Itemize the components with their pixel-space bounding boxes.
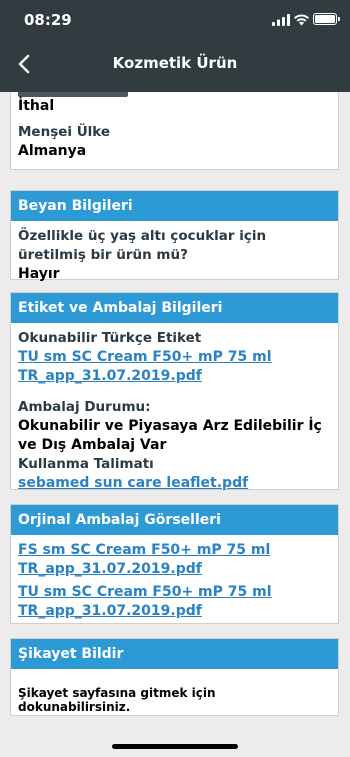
turkish-label-link[interactable]: TU sm SC Cream F50+ mP 75 ml TR_app_31.0…: [18, 348, 331, 386]
turkish-label-link-line2[interactable]: TR_app_31.07.2019.pdf: [18, 367, 331, 386]
image-link-2[interactable]: TU sm SC Cream F50+ mP 75 ml TR_app_31.0…: [18, 583, 331, 621]
content-scroll[interactable]: İthal Menşei Ülke Almanya Beyan Bilgiler…: [0, 92, 350, 757]
package-status-title: Ambalaj Durumu:: [18, 399, 151, 415]
image-link-1-line2[interactable]: TR_app_31.07.2019.pdf: [18, 560, 331, 579]
complaint-card[interactable]: Şikayet Bildir Şikayet sayfasına gitmek …: [10, 638, 339, 716]
origin-card: İthal Menşei Ülke Almanya: [10, 92, 339, 170]
top-bar: 08:29 Kozmetik Ürün: [0, 0, 350, 92]
page-title: Kozmetik Ürün: [112, 54, 238, 72]
country-label: Menşei Ülke: [18, 124, 111, 140]
usage-title: Kullanma Talimatı: [18, 456, 154, 472]
label-card: Etiket ve Ambalaj Bilgileri Okunabilir T…: [10, 292, 339, 493]
home-indicator: [112, 744, 238, 749]
package-status-line2: ve Dış Ambalaj Var: [18, 437, 167, 453]
turkish-label-link-line1[interactable]: TU sm SC Cream F50+ mP 75 ml: [18, 348, 331, 367]
complaint-text[interactable]: Şikayet sayfasına gitmek için dokunabili…: [11, 669, 338, 714]
image-link-2-line2[interactable]: TR_app_31.07.2019.pdf: [18, 602, 331, 621]
country-value: Almanya: [18, 143, 87, 159]
turkish-label-title: Okunabilir Türkçe Etiket: [18, 330, 202, 346]
images-card: Orjinal Ambalaj Görselleri FS sm SC Crea…: [10, 504, 339, 624]
image-link-2-line1[interactable]: TU sm SC Cream F50+ mP 75 ml: [18, 583, 331, 602]
declaration-question-line2: üretilmiş bir ürün mü?: [18, 247, 188, 263]
image-link-1-line1[interactable]: FS sm SC Cream F50+ mP 75 ml: [18, 541, 331, 560]
status-bar: 08:29: [0, 0, 350, 40]
navigation-bar: Kozmetik Ürün: [0, 42, 350, 88]
image-link-1[interactable]: FS sm SC Cream F50+ mP 75 ml TR_app_31.0…: [18, 541, 331, 579]
origin-type-value: İthal: [18, 98, 55, 114]
declaration-question-line1: Özellikle üç yaş altı çocuklar için: [18, 228, 267, 244]
label-header: Etiket ve Ambalaj Bilgileri: [11, 293, 338, 323]
signal-icon: [272, 14, 290, 26]
declaration-answer: Hayır: [18, 266, 60, 282]
wifi-icon: [294, 14, 309, 26]
status-time: 08:29: [24, 11, 72, 29]
declaration-header: Beyan Bilgileri: [11, 191, 338, 221]
battery-icon: [313, 13, 340, 25]
complaint-header: Şikayet Bildir: [11, 639, 338, 669]
images-header: Orjinal Ambalaj Görselleri: [11, 505, 338, 535]
package-status-line1: Okunabilir ve Piyasaya Arz Edilebilir İç: [18, 418, 322, 434]
declaration-card: Beyan Bilgileri Özellikle üç yaş altı ço…: [10, 190, 339, 282]
usage-link[interactable]: sebamed sun care leaflet.pdf: [18, 474, 331, 493]
